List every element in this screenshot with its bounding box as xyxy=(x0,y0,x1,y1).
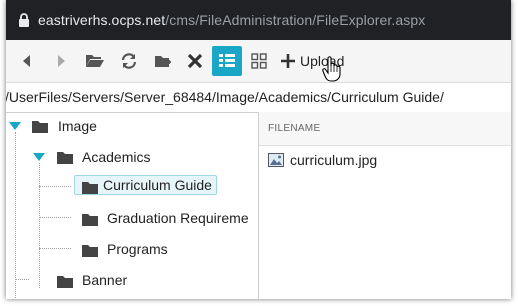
refresh-button[interactable] xyxy=(114,46,144,76)
expand-toggle-icon[interactable] xyxy=(33,153,45,161)
tree-node-graduation-requirements[interactable]: Graduation Requireme xyxy=(107,210,249,226)
tree-line xyxy=(15,132,16,299)
back-arrow-icon xyxy=(23,55,30,67)
folder-icon xyxy=(82,245,98,257)
browser-window: eastriverhs.ocps.net/cms/FileAdministrat… xyxy=(6,0,511,299)
folder-icon xyxy=(57,152,73,164)
tree-line xyxy=(39,217,71,218)
tree-node-academics[interactable]: Academics xyxy=(82,149,150,165)
address-bar[interactable]: eastriverhs.ocps.net/cms/FileAdministrat… xyxy=(6,0,511,40)
tree-line xyxy=(15,279,29,280)
folder-icon xyxy=(32,121,48,133)
folder-tree: Image Academics Curriculum Guide Graduat… xyxy=(6,112,259,299)
tree-line xyxy=(39,248,71,249)
grid-view-icon xyxy=(251,53,267,69)
plus-icon xyxy=(281,54,295,68)
tree-line xyxy=(39,186,71,187)
forward-arrow-icon xyxy=(58,55,65,67)
hand-cursor-icon xyxy=(322,56,341,82)
file-toolbar: Upload xyxy=(6,40,511,83)
expand-toggle-icon[interactable] xyxy=(9,122,21,130)
file-list: FILENAME curriculum.jpg xyxy=(259,112,511,299)
open-folder-button[interactable] xyxy=(80,46,110,76)
url-path: /cms/FileAdministration/FileExplorer.asp… xyxy=(165,12,426,28)
tree-node-programs[interactable]: Programs xyxy=(107,241,168,257)
tree-node-banner[interactable]: Banner xyxy=(82,272,127,288)
path-bar[interactable]: /UserFiles/Servers/Server_68484/Image/Ac… xyxy=(6,83,511,113)
grid-view-button[interactable] xyxy=(244,46,274,76)
new-folder-icon xyxy=(155,56,171,67)
tree-node-image[interactable]: Image xyxy=(58,118,97,134)
delete-icon xyxy=(187,53,203,69)
file-item[interactable]: curriculum.jpg xyxy=(268,150,377,170)
url-host: eastriverhs.ocps.net xyxy=(38,12,166,28)
folder-icon xyxy=(82,182,98,194)
tree-line xyxy=(39,163,40,288)
lock-icon xyxy=(19,13,29,27)
current-path: /UserFiles/Servers/Server_68484/Image/Ac… xyxy=(6,89,444,105)
back-button[interactable] xyxy=(12,46,42,76)
url-text[interactable]: eastriverhs.ocps.net/cms/FileAdministrat… xyxy=(38,12,425,28)
list-view-icon xyxy=(219,54,235,67)
list-view-button[interactable] xyxy=(212,46,242,76)
new-folder-button[interactable] xyxy=(148,46,178,76)
forward-button[interactable] xyxy=(46,46,76,76)
filename-column-header: FILENAME xyxy=(268,123,321,134)
file-name: curriculum.jpg xyxy=(290,152,378,168)
image-file-icon xyxy=(268,153,284,167)
tree-node-label: Curriculum Guide xyxy=(103,177,212,193)
folder-icon xyxy=(82,214,98,226)
delete-button[interactable] xyxy=(180,46,210,76)
open-folder-icon xyxy=(86,55,104,67)
list-header[interactable]: FILENAME xyxy=(259,112,511,146)
folder-icon xyxy=(57,276,73,288)
tree-node-curriculum-guide[interactable]: Curriculum Guide xyxy=(74,175,217,195)
refresh-icon xyxy=(121,53,137,69)
